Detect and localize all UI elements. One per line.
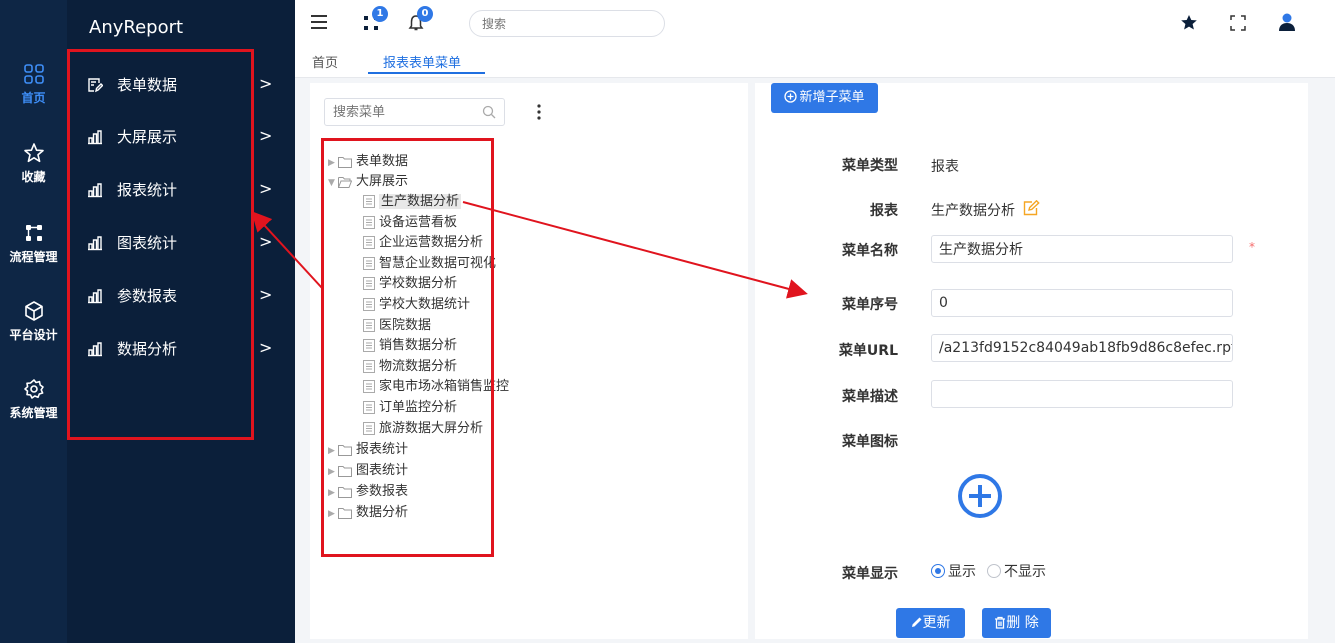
required-mark: * (1249, 240, 1255, 254)
app-title: AnyReport (89, 17, 184, 38)
top-bar: 1 0 (295, 0, 1335, 44)
trash-icon (995, 616, 1006, 629)
menu-icon-label: 菜单图标 (842, 434, 898, 450)
icon-rail: 首页 收藏 流程管理 平台设计 系统管理 (0, 0, 67, 643)
rail-item-flow[interactable]: 流程管理 (0, 222, 67, 265)
menu-desc-input[interactable] (931, 380, 1233, 408)
menu-order-label: 菜单序号 (842, 297, 898, 313)
menu-type-value: 报表 (931, 159, 959, 175)
display-off-label: 不显示 (1004, 564, 1046, 580)
pencil-icon (911, 617, 921, 627)
rail-item-label: 首页 (21, 91, 46, 105)
flow-icon (25, 225, 42, 241)
display-on-radio[interactable]: 显示 (931, 561, 976, 581)
bell-notify-button[interactable]: 0 (408, 6, 438, 36)
annotation-box-tree (321, 138, 494, 557)
tab-home[interactable]: 首页 (312, 52, 338, 71)
rail-item-system[interactable]: 系统管理 (0, 378, 67, 421)
tree-search-box (324, 98, 505, 126)
update-label: 更新 (922, 615, 951, 631)
radio-dot (931, 564, 945, 578)
global-search-input[interactable] (470, 11, 650, 36)
menu-type-label: 菜单类型 (842, 158, 898, 174)
grid-icon (23, 64, 44, 84)
menu-detail-panel: 新增子菜单 菜单类型 报表 报表 生产数据分析 菜单名称 * 菜单序号 菜单UR… (755, 83, 1308, 639)
active-tab-indicator (368, 72, 485, 74)
rail-item-label: 系统管理 (9, 406, 58, 420)
rail-item-favorites[interactable]: 收藏 (0, 142, 67, 185)
annotation-box-sidebar (67, 49, 254, 440)
menu-url-input[interactable] (931, 334, 1233, 362)
display-off-radio[interactable]: 不显示 (987, 561, 1046, 581)
notification-badge: 0 (417, 6, 433, 22)
more-vertical-icon[interactable] (535, 102, 543, 122)
report-label: 报表 (870, 203, 898, 219)
notification-badge: 1 (372, 6, 388, 22)
menu-order-input[interactable] (931, 289, 1233, 317)
flow-notify-button[interactable]: 1 (363, 6, 393, 36)
user-avatar-icon[interactable] (1278, 12, 1296, 32)
delete-button[interactable]: 删 除 (982, 608, 1051, 638)
gear-icon (23, 379, 44, 399)
chevron-right-icon: > (259, 285, 273, 304)
rail-item-label: 收藏 (21, 170, 46, 184)
tab-bar: 首页 报表表单菜单 (295, 44, 1335, 78)
update-button[interactable]: 更新 (896, 608, 965, 638)
chevron-right-icon: > (259, 179, 273, 198)
edit-icon[interactable] (1023, 200, 1040, 216)
display-on-label: 显示 (948, 564, 976, 580)
chevron-right-icon: > (259, 232, 273, 251)
add-submenu-label: 新增子菜单 (799, 90, 865, 105)
chevron-right-icon: > (259, 338, 273, 357)
hamburger-icon[interactable] (310, 14, 328, 30)
star-icon (23, 143, 44, 163)
menu-name-input[interactable] (931, 235, 1233, 263)
rail-item-label: 平台设计 (9, 328, 58, 342)
rail-item-label: 流程管理 (9, 250, 58, 264)
add-icon-button[interactable] (957, 473, 1003, 519)
cube-icon (24, 301, 43, 321)
menu-display-label: 菜单显示 (842, 566, 898, 582)
tab-report-form-menu[interactable]: 报表表单菜单 (383, 52, 461, 71)
fullscreen-icon[interactable] (1230, 15, 1246, 31)
tree-search-input[interactable] (325, 99, 475, 125)
report-value: 生产数据分析 (931, 203, 1015, 219)
menu-url-label: 菜单URL (838, 343, 898, 359)
radio-dot (987, 564, 1001, 578)
chevron-right-icon: > (259, 126, 273, 145)
rail-item-home[interactable]: 首页 (0, 63, 67, 106)
menu-desc-label: 菜单描述 (842, 389, 898, 405)
star-icon[interactable] (1180, 14, 1198, 31)
add-submenu-button[interactable]: 新增子菜单 (771, 83, 878, 113)
chevron-right-icon: > (259, 74, 273, 93)
delete-label: 删 除 (1006, 615, 1039, 631)
menu-name-label: 菜单名称 (842, 243, 898, 259)
global-search (469, 10, 665, 37)
search-icon[interactable] (482, 105, 496, 119)
app-root: 首页 收藏 流程管理 平台设计 系统管理 AnyReport 表单数据 > 大屏… (0, 0, 1335, 643)
rail-item-platform[interactable]: 平台设计 (0, 300, 67, 343)
plus-circle-icon (784, 90, 798, 103)
